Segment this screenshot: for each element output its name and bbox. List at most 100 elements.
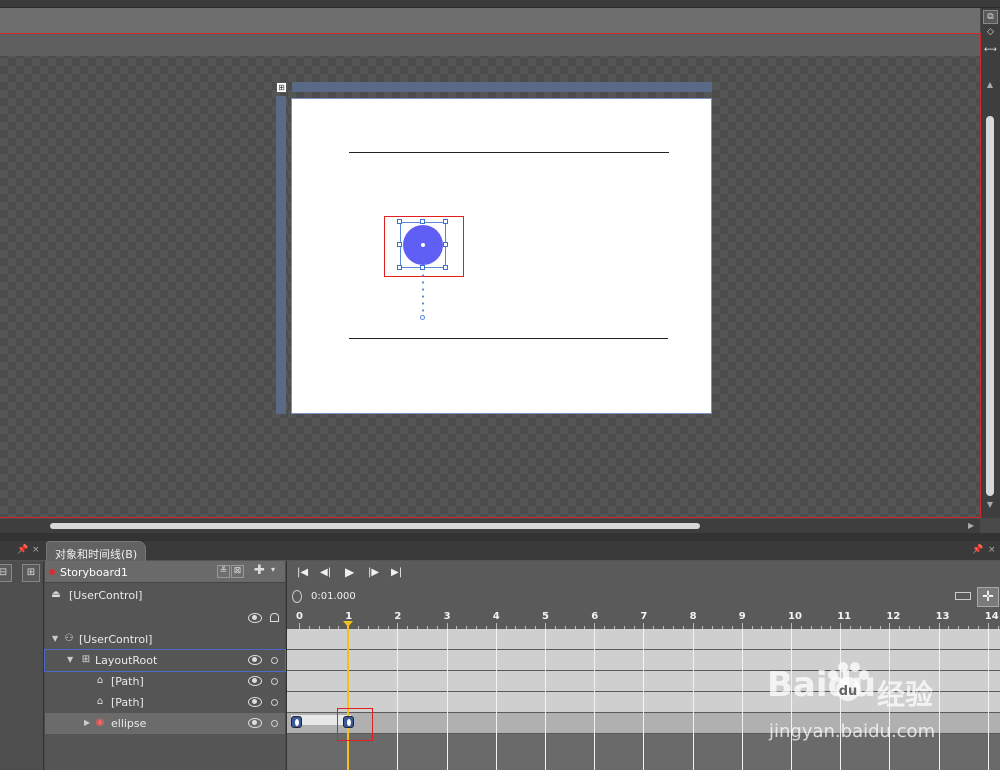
ruler-label: 10	[788, 611, 802, 622]
second-gridline	[446, 629, 448, 770]
new-storyboard-icon[interactable]: ✚	[253, 564, 266, 578]
scroll-down-icon[interactable]: ▼	[985, 500, 995, 509]
path-line-top[interactable]	[349, 152, 669, 153]
eye-icon[interactable]	[248, 718, 262, 728]
ruler-label: 11	[837, 611, 852, 622]
keyframe-icon[interactable]	[291, 716, 302, 728]
prev-frame-icon[interactable]: ◀|	[320, 567, 331, 578]
play-icon[interactable]: ▶	[345, 565, 354, 579]
usercontrol-canvas[interactable]	[291, 98, 712, 414]
storyboard-name: Storyboard1	[60, 566, 128, 579]
scope-up-icon[interactable]: ⏏	[50, 589, 62, 601]
pin-icon[interactable]: 📌	[17, 545, 28, 555]
close-storyboard-icon[interactable]: ⊠	[231, 565, 244, 578]
resize-handle[interactable]	[420, 219, 425, 224]
user-control-icon: ⚇	[64, 633, 74, 644]
storyboard-options-icon[interactable]: ≚	[217, 565, 230, 578]
tree-item-label: [Path]	[111, 696, 144, 709]
toolbar-strip	[0, 8, 980, 33]
last-frame-icon[interactable]: ▶|	[391, 567, 402, 578]
left-strip: ⊟ ⊞	[0, 561, 44, 770]
resize-handle[interactable]	[443, 242, 448, 247]
tree-item-ellipse[interactable]: ▶ ◉ ellipse	[45, 713, 285, 734]
panel-divider[interactable]	[0, 533, 1000, 541]
resize-handle[interactable]	[443, 219, 448, 224]
pin-icon[interactable]: 📌	[972, 545, 983, 555]
second-gridline	[741, 629, 743, 770]
expand-arrow-icon[interactable]: ▼	[52, 634, 58, 643]
scroll-right-icon[interactable]: ▶	[968, 521, 974, 530]
scroll-thumb[interactable]	[986, 116, 994, 496]
path-icon: ⌂	[96, 696, 104, 707]
ruler-label: 14	[984, 611, 999, 622]
vertical-scrollbar[interactable]: ▲ ▼	[985, 80, 995, 510]
svg-text:du: du	[839, 684, 858, 699]
motion-path	[422, 272, 424, 316]
ruler-label: 7	[640, 611, 648, 622]
resize-handle[interactable]	[443, 265, 448, 270]
horizontal-scrollbar[interactable]: ▶	[0, 519, 980, 533]
close-icon[interactable]: ×	[32, 545, 40, 555]
first-frame-icon[interactable]: |◀	[297, 567, 308, 578]
eye-icon[interactable]	[248, 676, 262, 686]
keyframe-highlight	[337, 708, 373, 741]
scroll-up-icon[interactable]: ▲	[985, 80, 995, 89]
expand-arrow-icon[interactable]: ▼	[67, 655, 73, 664]
resize-handle[interactable]	[420, 265, 425, 270]
record-keyframe-icon[interactable]	[292, 590, 302, 603]
current-time[interactable]: 0:01.000	[311, 591, 356, 602]
watermark-url: jingyan.baidu.com	[769, 721, 936, 742]
layers-icon[interactable]: ⊟	[0, 564, 12, 582]
size-icon[interactable]: ⟷	[983, 44, 998, 58]
ruler-icon[interactable]	[955, 592, 971, 600]
ruler-label: 2	[394, 611, 402, 622]
expand-arrow-icon[interactable]: ▶	[84, 718, 90, 727]
scope-row[interactable]: ⏏ [UserControl]	[45, 585, 285, 606]
playhead[interactable]	[347, 625, 349, 770]
tree-item-usercontrol[interactable]: ▼ ⚇ [UserControl]	[45, 629, 285, 650]
second-gridline	[495, 629, 497, 770]
time-ruler[interactable]: 0 1 2 3 4 5 6 7 8 9 10 11 12 13 14	[287, 609, 1000, 629]
grid-bar-top[interactable]	[292, 82, 712, 92]
watermark-chinese: 经验	[877, 678, 934, 711]
path-line-bottom[interactable]	[349, 338, 668, 339]
hscroll-thumb[interactable]	[50, 523, 700, 529]
lock-toggle-icon[interactable]	[271, 657, 278, 664]
lock-toggle-icon[interactable]	[271, 699, 278, 706]
second-gridline	[643, 629, 645, 770]
zoom-timeline-icon[interactable]: ✛	[977, 587, 999, 607]
storyboard-bar[interactable]: Storyboard1 ≚ ⊠ ✚ ▾	[45, 561, 285, 583]
pivot-point[interactable]	[420, 315, 425, 320]
selection-box	[400, 222, 446, 268]
ruler-label: 3	[443, 611, 451, 622]
grid-mode-icon[interactable]: ⊞	[276, 82, 287, 93]
ruler-label: 12	[886, 611, 901, 622]
diamond-icon[interactable]: ◇	[983, 26, 998, 40]
tree-item-label: LayoutRoot	[95, 654, 158, 667]
lock-toggle-icon[interactable]	[271, 720, 278, 727]
eye-icon[interactable]	[248, 613, 262, 623]
lock-toggle-icon[interactable]	[271, 678, 278, 685]
ruler-label: 5	[542, 611, 549, 622]
dropdown-icon[interactable]: ▾	[271, 565, 275, 574]
second-gridline	[594, 629, 596, 770]
tab-objects-timeline[interactable]: 对象和时间线(B)	[46, 541, 147, 561]
lock-icon[interactable]	[270, 613, 279, 622]
tree-item-layoutroot[interactable]: ▼ ⊞ LayoutRoot	[44, 649, 286, 672]
watermark: Baidu du 经验 jingyan.baidu.com	[767, 662, 957, 745]
resize-handle[interactable]	[397, 219, 402, 224]
close-icon[interactable]: ×	[988, 545, 996, 555]
tree-item-path[interactable]: ⌂ [Path]	[45, 692, 285, 713]
playback-controls: |◀ ◀| ▶ |▶ ▶|	[287, 561, 1000, 587]
record-icon	[49, 569, 55, 575]
resize-handle[interactable]	[397, 242, 402, 247]
grid-bar-left[interactable]	[276, 96, 286, 414]
eye-icon[interactable]	[248, 655, 262, 665]
tree-item-path[interactable]: ⌂ [Path]	[45, 671, 285, 692]
eye-icon[interactable]	[248, 697, 262, 707]
snap-icon[interactable]: ⧉	[983, 10, 998, 24]
resize-handle[interactable]	[397, 265, 402, 270]
next-frame-icon[interactable]: |▶	[368, 567, 379, 578]
paw-icon: du	[828, 662, 869, 701]
layout-icon[interactable]: ⊞	[22, 564, 40, 582]
